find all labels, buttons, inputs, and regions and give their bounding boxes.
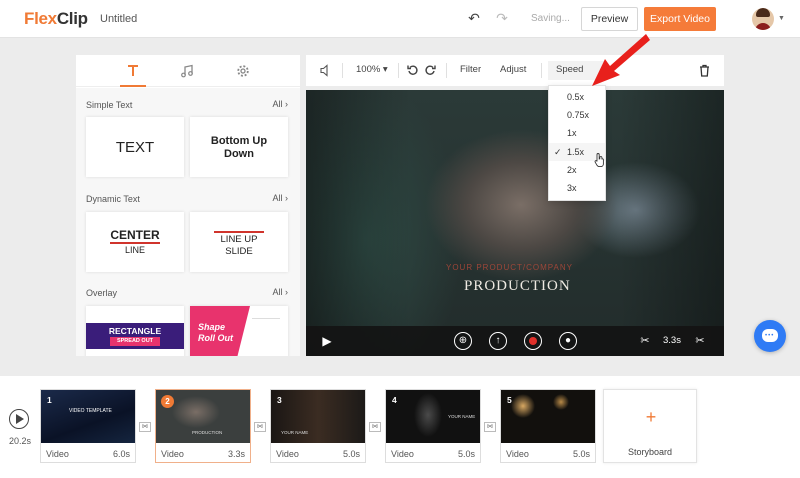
export-video-button[interactable]: Export Video [644,7,716,31]
record-icon[interactable] [524,332,542,350]
clip-thumbnail: YOUR NAME [271,390,365,443]
globe-icon[interactable]: ⊕ [454,332,472,350]
speed-dropdown: 0.5x 0.75x 1x ✓ 1.5x 2x 3x [548,85,606,201]
divider [446,63,447,78]
active-tab-indicator [120,85,146,87]
timeline-clip-3[interactable]: YOUR NAME 3 Video 5.0s [270,389,366,463]
text-card-line-up-slide[interactable]: LINE UP SLIDE [190,212,288,272]
text-library-panel: Simple Text All › TEXT Bottom Up Down Dy… [76,55,300,356]
timeline-clip-5[interactable]: 5 Video 5.0s [500,389,596,463]
video-controls-bar: ▶ ⊕ ↑ ● ✂ 3.3s ✂ [306,326,724,356]
music-icon [181,64,193,78]
video-subtitle-text[interactable]: YOUR PRODUCT/COMPANY [446,263,573,272]
text-card-bottom-up-down[interactable]: Bottom Up Down [190,117,288,177]
red-overline [214,231,264,233]
section-title-simple-text: Simple Text [86,100,133,110]
transition-icon[interactable]: ⋈ [484,422,496,432]
dynamic-text-all-link[interactable]: All › [273,193,289,203]
overlay-all-link[interactable]: All › [273,287,289,297]
video-preview[interactable]: YOUR PRODUCT/COMPANY PRODUCTION ▶ ⊕ ↑ ● … [306,90,724,356]
undo-icon[interactable]: ↶ [467,11,481,25]
checkmark-icon: ✓ [554,147,562,157]
rotate-left-icon[interactable] [407,64,419,76]
overlay-card-rectangle[interactable]: RECTANGLE SPREAD OUT [86,306,184,356]
speed-option-0-5x[interactable]: 0.5x [549,88,605,106]
filter-button[interactable]: Filter [460,64,481,75]
redo-icon[interactable]: ↷ [495,11,509,25]
transition-icon[interactable]: ⋈ [254,422,266,432]
clip-thumbnail: YOUR NAME [386,390,480,443]
video-title-text[interactable]: PRODUCTION [464,278,571,295]
clip-duration[interactable]: 3.3s [663,335,681,346]
tab-text[interactable] [118,60,148,82]
text-icon [128,65,138,76]
video-vignette [306,90,724,356]
speed-option-3x[interactable]: 3x [549,179,605,197]
timeline-clip-2[interactable]: PRODUCTION 2 Video 3.3s [155,389,251,463]
divider [541,63,542,78]
play-icon[interactable]: ▶ [318,332,336,350]
trash-icon[interactable] [699,64,710,77]
gear-icon [237,65,249,77]
hand-cursor-icon [594,153,604,167]
storyboard-button[interactable]: + Storyboard [603,389,697,463]
panel-tabs [76,55,300,87]
tab-settings[interactable] [228,60,258,82]
flexclip-logo[interactable]: FlexClip [24,9,88,29]
overlay-card-shape-roll-out[interactable]: Shape Roll Out [190,306,288,356]
timeline-clip-1[interactable]: VIDEO TEMPLATE 1 Video 6.0s [40,389,136,463]
section-title-dynamic-text: Dynamic Text [86,194,140,204]
play-all-button[interactable] [9,409,29,429]
chevron-down-icon[interactable]: ▼ [778,15,785,22]
decorative-line [252,318,280,319]
red-underline [110,242,160,244]
adjust-button[interactable]: Adjust [500,64,526,75]
speed-button[interactable]: Speed [556,64,583,75]
divider [398,63,399,78]
split-icon[interactable]: ✂ [636,332,654,350]
clip-thumbnail: VIDEO TEMPLATE [41,390,135,443]
editor-toolbar: 100% ▾ Filter Adjust Speed [306,55,724,86]
app-header: FlexClip Untitled ↶ ↷ Saving... Preview … [0,0,800,38]
microphone-icon[interactable]: ● [559,332,577,350]
speed-option-0-75x[interactable]: 0.75x [549,106,605,124]
rotate-right-icon[interactable] [424,64,436,76]
chat-support-button[interactable]: ••• [754,320,786,352]
speed-option-1x[interactable]: 1x [549,124,605,142]
text-card-text[interactable]: TEXT [86,117,184,177]
divider [342,63,343,78]
timeline-clip-4[interactable]: YOUR NAME 4 Video 5.0s [385,389,481,463]
total-duration: 20.2s [9,436,32,446]
tab-music[interactable] [172,60,202,82]
transition-icon[interactable]: ⋈ [369,422,381,432]
scissors-icon[interactable]: ✂ [691,332,709,350]
clip-thumbnail [501,390,595,443]
volume-icon[interactable] [319,64,332,77]
transition-icon[interactable]: ⋈ [139,422,151,432]
section-title-overlay: Overlay [86,288,118,298]
simple-text-all-link[interactable]: All › [273,99,289,109]
plus-icon: + [645,407,657,427]
user-avatar[interactable] [752,8,774,30]
upload-icon[interactable]: ↑ [489,332,507,350]
text-card-center-line[interactable]: CENTER LINE [86,212,184,272]
saving-status: Saving... [531,13,570,24]
red-arrow-annotation [592,34,650,86]
zoom-select[interactable]: 100% ▾ [356,64,388,75]
document-title[interactable]: Untitled [100,13,137,25]
